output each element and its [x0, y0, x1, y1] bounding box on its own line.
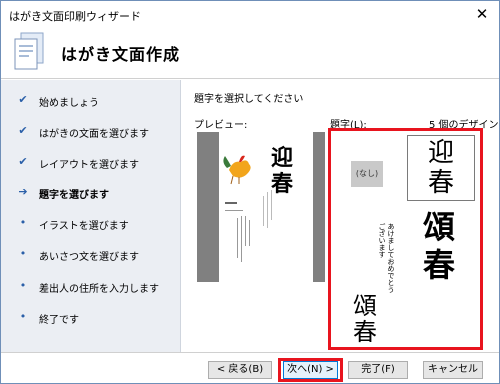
- design-option-shoshun-bold[interactable]: 頌 春: [419, 209, 471, 295]
- step-start: ✔ 始めましょう: [1, 92, 181, 110]
- check-icon: ✔: [18, 155, 28, 168]
- bullet-icon: •: [19, 216, 27, 229]
- check-icon: ✔: [18, 93, 28, 106]
- design-option-geishun[interactable]: 迎 春: [407, 135, 475, 201]
- step-finish: • 終了です: [1, 309, 181, 327]
- rooster-icon: [223, 155, 251, 185]
- preview-title-bottom: 春: [271, 171, 294, 197]
- step-label: 題字を選びます: [39, 190, 109, 201]
- preview-pane: 迎 春: [197, 132, 325, 282]
- next-button[interactable]: 次へ(N) >: [283, 361, 338, 379]
- arrow-right-icon: ➔: [18, 185, 28, 198]
- wizard-window: はがき文面印刷ウィザード ✕ はがき文面作成 ✔ 始めましょう ✔ はがきの文面…: [0, 0, 500, 384]
- step-label: はがきの文面を選びます: [39, 129, 149, 140]
- step-choose-layout-type: ✔ はがきの文面を選びます: [1, 123, 181, 141]
- title-design-list[interactable]: (なし) 迎 春 頌 春 あけましておめでとうございます 頌 春: [328, 128, 483, 350]
- calligraphy-top: 迎: [428, 138, 455, 168]
- preview-label: プレビュー:: [194, 120, 248, 131]
- wizard-footer: < 戻る(B) 次へ(N) > 完了(F) キャンセル: [1, 352, 499, 383]
- calligraphy-top: 頌: [423, 208, 456, 246]
- step-choose-illustration: • イラストを選びます: [1, 215, 181, 233]
- bullet-icon: •: [19, 310, 27, 323]
- bullet-icon: •: [19, 279, 27, 292]
- calligraphy-bottom: 春: [423, 246, 456, 284]
- step-label: あいさつ文を選びます: [39, 252, 139, 263]
- design-option-shoshun[interactable]: 頌 春: [347, 293, 393, 351]
- preview-title-top: 迎: [271, 145, 294, 171]
- step-choose-title: ➔ 題字を選びます: [1, 184, 181, 202]
- page-title: はがき文面作成: [61, 45, 181, 64]
- calligraphy-bottom: 春: [353, 318, 377, 346]
- instruction-text: 題字を選択してください: [194, 94, 304, 105]
- step-sender-address: • 差出人の住所を入力します: [1, 278, 181, 296]
- postcard-preview: 迎 春: [219, 132, 313, 282]
- step-label: 終了です: [39, 315, 79, 326]
- step-label: レイアウトを選びます: [39, 160, 139, 171]
- step-choose-greeting: • あいさつ文を選びます: [1, 246, 181, 264]
- back-button[interactable]: < 戻る(B): [208, 361, 272, 379]
- finish-button[interactable]: 完了(F): [348, 361, 408, 379]
- check-icon: ✔: [18, 124, 28, 137]
- design-option-akemashite[interactable]: あけましておめでとうございます: [361, 223, 395, 293]
- postcard-preview-art: [223, 155, 272, 262]
- close-icon[interactable]: ✕: [473, 5, 491, 23]
- step-choose-layout: ✔ レイアウトを選びます: [1, 154, 181, 172]
- bullet-icon: •: [19, 247, 27, 260]
- step-label: 始めましょう: [39, 98, 99, 109]
- title-bar[interactable]: はがき文面印刷ウィザード ✕: [1, 1, 499, 27]
- wizard-steps-sidebar: ✔ 始めましょう ✔ はがきの文面を選びます ✔ レイアウトを選びます ➔ 題字…: [1, 80, 181, 352]
- window-title: はがき文面印刷ウィザード: [9, 10, 141, 23]
- step-label: 差出人の住所を入力します: [39, 284, 159, 295]
- wizard-header: はがき文面作成: [1, 27, 499, 79]
- calligraphy-bottom: 春: [428, 168, 455, 198]
- wizard-document-icon: [14, 32, 44, 70]
- wizard-content: 題字を選択してください プレビュー: 題字(L): 5 個のデザイン 迎 春 (…: [182, 80, 499, 352]
- step-label: イラストを選びます: [39, 221, 129, 232]
- design-option-none[interactable]: (なし): [351, 161, 383, 187]
- cancel-button[interactable]: キャンセル: [423, 361, 483, 379]
- calligraphy-top: 頌: [353, 292, 377, 320]
